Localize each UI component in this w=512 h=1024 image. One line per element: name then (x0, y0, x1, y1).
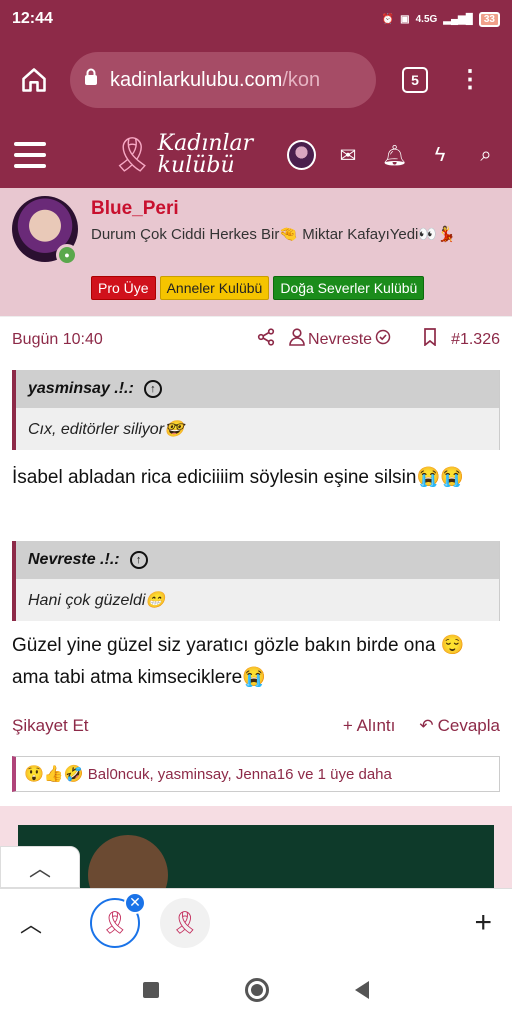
home-circle-icon[interactable] (245, 978, 269, 1002)
hamburger-menu-button[interactable] (14, 142, 47, 168)
browser-toolbar: kadinlarkulubu.com/kon 5 ⋮ (0, 38, 512, 122)
tab-switcher-button[interactable]: 5 (402, 67, 428, 93)
post-author-link[interactable]: Nevreste (289, 328, 391, 351)
browser-bottom-tabs: ︿ 🎗 ✕ 🎗 + (0, 888, 512, 956)
post-date[interactable]: Bugün 10:40 (12, 331, 103, 349)
reply-button[interactable]: ↶ Cevapla (419, 716, 500, 736)
account-avatar[interactable] (287, 140, 316, 170)
android-nav-bar (0, 956, 512, 1024)
tab-thumbnail[interactable]: 🎗 (160, 897, 211, 948)
quote-header[interactable]: yasminsay .!.: ↑ (16, 370, 499, 408)
volte-icon: ▣ (400, 13, 410, 25)
back-icon[interactable] (355, 981, 369, 999)
search-icon[interactable]: ⌕ (474, 144, 498, 167)
site-header: 🎗 Kadınlar kulübü ✉ 🔔︎ ϟ ⌕ (0, 122, 512, 188)
network-type: 4.5G (415, 13, 438, 25)
reply-arrow-icon: ↶ (419, 716, 434, 735)
quote-text: Cıx, editörler siliyor🤓 (28, 421, 184, 438)
new-tab-button[interactable]: + (474, 906, 492, 940)
url-path: /kon (282, 68, 321, 91)
envelope-icon[interactable]: ✉ (336, 143, 360, 168)
overflow-menu-button[interactable]: ⋮ (458, 68, 482, 92)
site-favicon-icon: 🎗 (101, 909, 129, 935)
online-status-icon: ● (56, 244, 78, 266)
status-icons: ⏰ ▣ 4.5G ▂▄▆█ 33 (381, 11, 500, 27)
signal-icon: ▂▄▆█ (443, 13, 473, 25)
lightning-icon[interactable]: ϟ (428, 144, 452, 167)
site-favicon-icon: 🎗 (171, 909, 199, 935)
home-button[interactable] (14, 60, 54, 100)
badge-pro: Pro Üye (91, 276, 156, 300)
bookmark-icon[interactable] (423, 328, 437, 351)
share-icon[interactable] (257, 328, 275, 351)
post-actions: Şikayet Et + Alıntı ↶ Cevapla (0, 706, 512, 746)
reactions-text: Bal0ncuk, yasminsay, Jenna16 ve 1 üye da… (87, 765, 392, 783)
post-user-info: ● Blue_Peri Durum Çok Ciddi Herkes Bir🤏 … (0, 188, 512, 316)
badge-mothers-club: Anneler Kulübü (159, 276, 270, 300)
battery-icon: 33 (478, 11, 500, 27)
header-icons: ✉ 🔔︎ ϟ ⌕ (336, 143, 498, 168)
active-tab-thumbnail[interactable]: 🎗 ✕ (90, 891, 147, 948)
post-meta-bar: Bugün 10:40 Nevreste #1.326 (0, 316, 512, 362)
quote-button[interactable]: + Alıntı (343, 716, 395, 736)
quote-text: Hani çok güzeldi😁 (28, 592, 166, 609)
username[interactable]: Blue_Peri (91, 198, 179, 220)
badge-nature-club: Doğa Severler Kulübü (273, 276, 425, 300)
arrow-up-circle-icon[interactable]: ↑ (129, 551, 148, 569)
report-button[interactable]: Şikayet Et (12, 716, 89, 736)
logo-line2: kulübü (157, 153, 235, 178)
reaction-emoji-icons: 😲👍🤣 (24, 766, 84, 783)
ribbon-icon: 🎗 (110, 136, 154, 174)
chevron-up-icon[interactable]: ︿ (0, 846, 80, 888)
arrow-up-circle-icon[interactable]: ↑ (143, 380, 162, 398)
close-tab-icon[interactable]: ✕ (124, 891, 147, 914)
ad-image[interactable] (18, 825, 494, 888)
quote-author: yasminsay .!.: (28, 380, 134, 397)
message-text-1: İsabel abladan rica ediciiiim söylesin e… (12, 467, 464, 488)
expand-tabs-button[interactable]: ︿ (20, 907, 42, 939)
logo-line1: Kadınlar (157, 131, 254, 156)
user-badges: Pro Üye Anneler Kulübü Doğa Severler Kul… (91, 276, 425, 300)
url-bar[interactable]: kadinlarkulubu.com/kon (70, 52, 376, 108)
message-text-2: Güzel yine güzel siz yaratıcı gözle bakı… (12, 635, 465, 688)
url-host: kadinlarkulubu.com (110, 68, 283, 91)
home-icon (22, 68, 46, 92)
user-icon (289, 328, 305, 351)
reply-label: Cevapla (437, 716, 500, 735)
site-logo[interactable]: 🎗 Kadınlar kulübü (110, 133, 253, 177)
lock-icon (84, 68, 98, 92)
post-author: Nevreste (308, 330, 373, 348)
status-time: 12:44 (12, 10, 53, 27)
quote-block-2: Nevreste .!.: ↑ Hani çok güzeldi😁 (12, 541, 500, 621)
status-bar: 12:44 ⏰ ▣ 4.5G ▂▄▆█ 33 (0, 0, 512, 38)
recent-apps-icon[interactable] (143, 982, 159, 998)
quote-author: Nevreste .!.: (28, 551, 120, 568)
quote-block-1: yasminsay .!.: ↑ Cıx, editörler siliyor🤓 (12, 370, 500, 450)
quote-header[interactable]: Nevreste .!.: ↑ (16, 541, 499, 579)
reactions-bar[interactable]: 😲👍🤣 Bal0ncuk, yasminsay, Jenna16 ve 1 üy… (12, 756, 500, 792)
alarm-icon: ⏰ (381, 13, 395, 25)
verified-check-icon (375, 329, 391, 350)
bell-icon[interactable]: 🔔︎ (382, 143, 407, 168)
post-number[interactable]: #1.326 (451, 331, 500, 349)
user-status-text: Durum Çok Ciddi Herkes Bir🤏 Miktar Kafay… (91, 226, 456, 243)
